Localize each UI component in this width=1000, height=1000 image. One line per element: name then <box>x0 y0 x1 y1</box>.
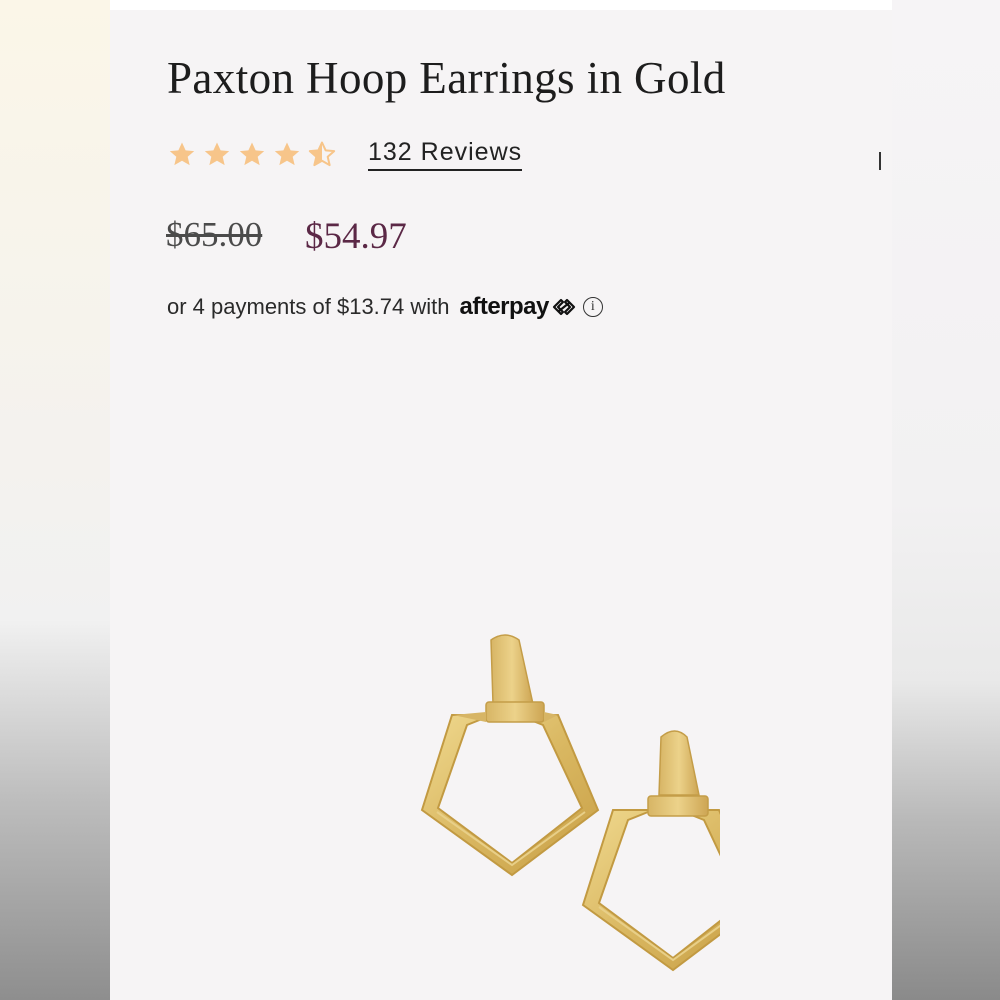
reviews-link[interactable]: 132 Reviews <box>368 138 523 171</box>
star-icon <box>204 142 230 166</box>
text-cursor-mark <box>879 152 881 170</box>
background-blur-left <box>0 0 110 1000</box>
product-panel: Paxton Hoop Earrings in Gold 132 Reviews… <box>110 10 892 1000</box>
star-icon <box>239 142 265 166</box>
earring-left <box>420 634 600 877</box>
afterpay-arrows-icon <box>552 298 575 316</box>
sale-price: $54.97 <box>305 216 407 257</box>
top-strip <box>110 0 892 10</box>
star-icon <box>169 142 195 166</box>
rating-stars[interactable] <box>167 140 337 170</box>
original-price: $65.00 <box>166 215 263 254</box>
product-image[interactable] <box>300 620 720 1000</box>
info-icon[interactable]: i <box>582 297 603 317</box>
afterpay-text: or 4 payments of $13.74 with <box>167 294 450 319</box>
background-blur-right <box>892 0 1000 1000</box>
product-title: Paxton Hoop Earrings in Gold <box>167 53 726 103</box>
afterpay-brand[interactable]: afterpay <box>460 293 550 321</box>
earring-right <box>581 730 720 972</box>
afterpay-installments: or 4 payments of $13.74 with afterpay i <box>167 293 603 321</box>
half-star-icon <box>308 141 336 167</box>
star-icon <box>274 142 300 166</box>
